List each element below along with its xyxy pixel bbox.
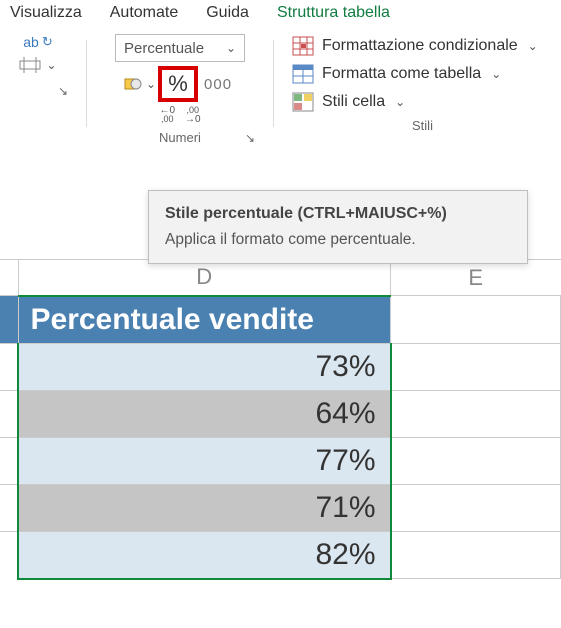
dialog-launcher-icon[interactable]: ↘ bbox=[245, 131, 255, 145]
column-headers: D E bbox=[0, 260, 561, 296]
data-cell[interactable]: 64% bbox=[18, 390, 391, 437]
chevron-down-icon: ⌄ bbox=[46, 58, 56, 72]
table-header-cell[interactable]: Percentuale vendite bbox=[18, 296, 391, 344]
format-table-icon bbox=[292, 64, 314, 84]
column-header-e[interactable]: E bbox=[391, 260, 561, 296]
table-row: 73% bbox=[0, 343, 561, 390]
conditional-formatting-icon bbox=[292, 36, 314, 56]
orientation-button[interactable]: ab↻ bbox=[23, 34, 52, 50]
increase-decimal-button[interactable]: ←0 ,00 bbox=[159, 106, 175, 124]
table-row: 82% bbox=[0, 531, 561, 579]
dialog-launcher-icon[interactable]: ↘ bbox=[58, 84, 68, 98]
table-header-row: Percentuale vendite bbox=[0, 296, 561, 344]
percent-style-button[interactable]: % bbox=[158, 66, 198, 102]
chevron-down-icon: ⌄ bbox=[226, 41, 236, 55]
data-cell[interactable]: 73% bbox=[18, 343, 391, 390]
accounting-format-button[interactable]: ⌄ bbox=[124, 76, 156, 92]
tooltip-title: Stile percentuale (CTRL+MAIUSC+%) bbox=[165, 205, 511, 223]
number-group: Percentuale ⌄ ⌄ % 000 ←0 ,00 ,00 →0 Nume… bbox=[105, 34, 255, 149]
tab-guide[interactable]: Guida bbox=[206, 4, 249, 22]
data-cell[interactable]: 77% bbox=[18, 437, 391, 484]
ribbon-tabs: Visualizza Automate Guida Struttura tabe… bbox=[0, 0, 561, 28]
tab-automate[interactable]: Automate bbox=[110, 4, 178, 22]
tooltip: Stile percentuale (CTRL+MAIUSC+%) Applic… bbox=[148, 190, 528, 264]
chevron-down-icon: ⌄ bbox=[491, 67, 501, 81]
chevron-down-icon: ⌄ bbox=[528, 39, 538, 53]
styles-group: Formattazione condizionale ⌄ Formatta co… bbox=[292, 34, 553, 149]
number-format-dropdown[interactable]: Percentuale ⌄ bbox=[115, 34, 245, 62]
merge-button[interactable]: ⌄ bbox=[19, 56, 56, 74]
group-label-styles: Stili bbox=[412, 118, 433, 133]
comma-style-button[interactable]: 000 bbox=[200, 70, 236, 98]
table-row: 71% bbox=[0, 484, 561, 531]
group-label-numbers: Numeri bbox=[159, 130, 201, 145]
tab-view[interactable]: Visualizza bbox=[10, 4, 82, 22]
conditional-formatting-button[interactable]: Formattazione condizionale ⌄ bbox=[292, 36, 538, 56]
decrease-decimal-button[interactable]: ,00 →0 bbox=[185, 106, 201, 124]
alignment-group: ab↻ ⌄ ↘ bbox=[8, 34, 68, 149]
chevron-down-icon: ⌄ bbox=[146, 77, 156, 91]
data-cell[interactable]: 71% bbox=[18, 484, 391, 531]
spreadsheet[interactable]: D E Percentuale vendite 73% 64% 77% 71% … bbox=[0, 259, 561, 580]
number-format-value: Percentuale bbox=[124, 40, 204, 57]
tab-structure[interactable]: Struttura tabella bbox=[277, 4, 390, 22]
format-as-table-button[interactable]: Formatta come tabella ⌄ bbox=[292, 64, 538, 84]
cell-styles-icon bbox=[292, 92, 314, 112]
table-row: 64% bbox=[0, 390, 561, 437]
ribbon: ab↻ ⌄ ↘ Percentuale ⌄ ⌄ % 000 ←0 bbox=[0, 28, 561, 149]
column-header-d[interactable]: D bbox=[18, 260, 391, 296]
table-row: 77% bbox=[0, 437, 561, 484]
cell-styles-button[interactable]: Stili cella ⌄ bbox=[292, 92, 538, 112]
chevron-down-icon: ⌄ bbox=[395, 95, 405, 109]
data-cell[interactable]: 82% bbox=[18, 531, 391, 579]
tooltip-body: Applica il formato come percentuale. bbox=[165, 231, 511, 249]
